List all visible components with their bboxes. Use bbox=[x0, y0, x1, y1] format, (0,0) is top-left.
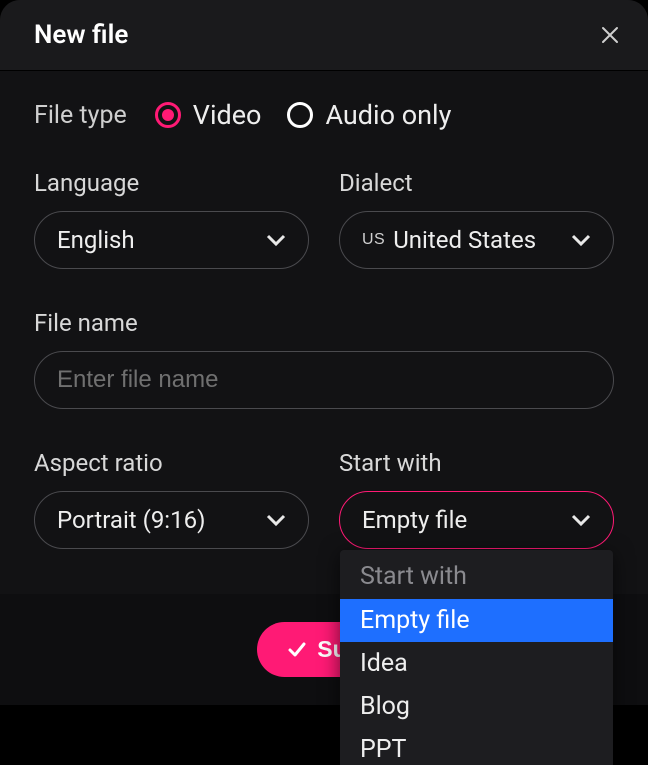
file-type-audio-radio[interactable]: Audio only bbox=[287, 99, 451, 131]
start-with-value: Empty file bbox=[362, 506, 467, 534]
start-with-field: Start with Empty file Start with Empty f… bbox=[339, 449, 614, 549]
dropdown-item-ppt[interactable]: PPT bbox=[340, 728, 613, 765]
language-dialect-row: Language English Dialect us United State… bbox=[34, 169, 614, 269]
check-icon bbox=[287, 640, 307, 660]
chevron-down-icon bbox=[266, 513, 286, 527]
chevron-down-icon bbox=[266, 233, 286, 247]
radio-icon bbox=[287, 102, 313, 128]
file-name-label: File name bbox=[34, 309, 614, 337]
file-type-row: File type Video Audio only bbox=[34, 99, 614, 131]
aspect-ratio-select[interactable]: Portrait (9:16) bbox=[34, 491, 309, 549]
dropdown-item-idea[interactable]: Idea bbox=[340, 642, 613, 685]
aspect-start-row: Aspect ratio Portrait (9:16) Start with … bbox=[34, 449, 614, 549]
dropdown-item-blog[interactable]: Blog bbox=[340, 685, 613, 728]
dialect-select[interactable]: us United States bbox=[339, 211, 614, 269]
modal-title: New file bbox=[34, 20, 128, 50]
start-with-dropdown: Start with Empty file Idea Blog PPT Twee… bbox=[340, 550, 613, 765]
start-with-label: Start with bbox=[339, 449, 614, 477]
language-label: Language bbox=[34, 169, 309, 197]
modal-body: File type Video Audio only Language Engl… bbox=[0, 71, 648, 609]
aspect-ratio-value: Portrait (9:16) bbox=[57, 506, 205, 534]
flag-icon: us bbox=[362, 231, 385, 249]
chevron-down-icon bbox=[571, 233, 591, 247]
dropdown-item-empty-file[interactable]: Empty file bbox=[340, 599, 613, 642]
radio-label: Audio only bbox=[325, 99, 451, 131]
aspect-ratio-field: Aspect ratio Portrait (9:16) bbox=[34, 449, 309, 549]
dialect-field: Dialect us United States bbox=[339, 169, 614, 269]
dialect-value: United States bbox=[393, 226, 536, 254]
file-name-input[interactable] bbox=[57, 366, 591, 394]
aspect-ratio-label: Aspect ratio bbox=[34, 449, 309, 477]
dialect-label: Dialect bbox=[339, 169, 614, 197]
dropdown-header: Start with bbox=[340, 554, 613, 599]
close-icon bbox=[600, 25, 620, 45]
start-with-select[interactable]: Empty file Start with Empty file Idea Bl… bbox=[339, 491, 614, 549]
chevron-down-icon bbox=[571, 513, 591, 527]
file-type-label: File type bbox=[34, 101, 127, 130]
file-name-field: File name bbox=[34, 309, 614, 409]
close-button[interactable] bbox=[596, 21, 624, 49]
language-value: English bbox=[57, 226, 135, 254]
file-type-video-radio[interactable]: Video bbox=[155, 99, 262, 131]
radio-label: Video bbox=[193, 99, 262, 131]
modal-header: New file bbox=[0, 0, 648, 71]
new-file-modal: New file File type Video Audio only Lang… bbox=[0, 0, 648, 765]
radio-icon bbox=[155, 102, 181, 128]
language-select[interactable]: English bbox=[34, 211, 309, 269]
file-name-input-wrap[interactable] bbox=[34, 351, 614, 409]
language-field: Language English bbox=[34, 169, 309, 269]
